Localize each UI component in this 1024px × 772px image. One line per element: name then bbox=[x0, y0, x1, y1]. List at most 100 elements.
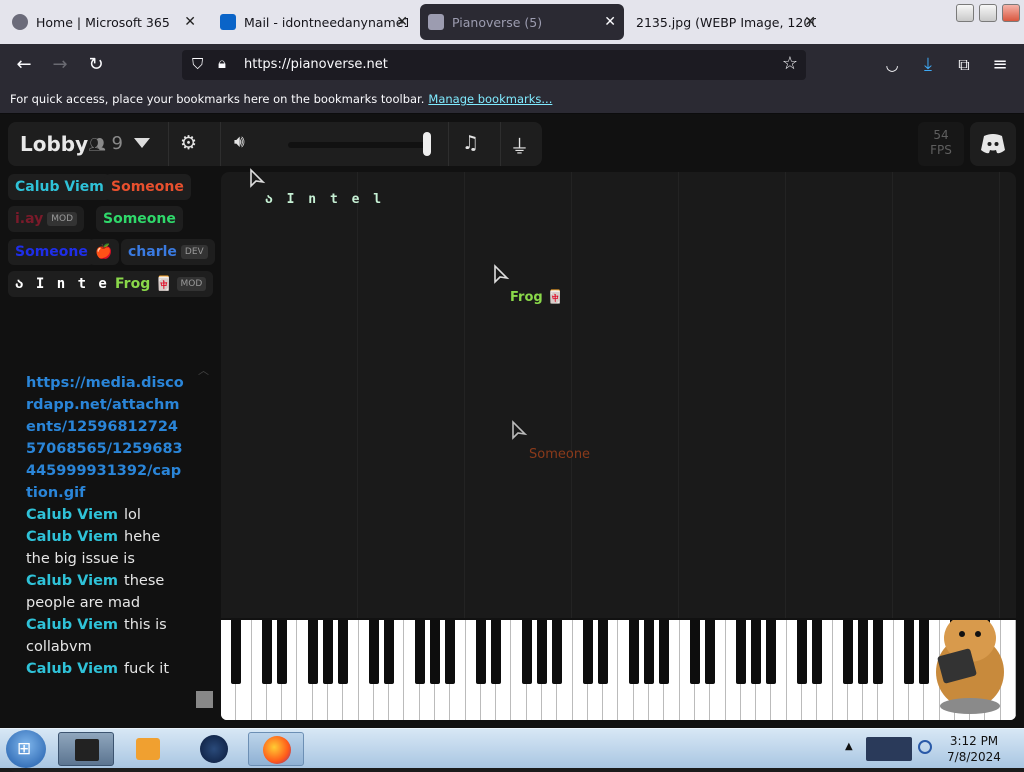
tab-title: Pianoverse (5) bbox=[452, 14, 543, 30]
user-name: Someone bbox=[111, 179, 184, 195]
bookmark-star-icon[interactable]: ☆ bbox=[782, 53, 798, 74]
restore-window-button[interactable] bbox=[979, 4, 997, 22]
extensions-button[interactable]: ⧉ bbox=[950, 52, 978, 78]
user-pill[interactable]: i.ay MOD bbox=[8, 206, 85, 232]
black-piano-key[interactable] bbox=[414, 620, 425, 684]
taskbar-app-media-player[interactable] bbox=[120, 732, 176, 766]
shield-icon[interactable]: ⛉ bbox=[192, 55, 203, 73]
user-pill[interactable]: charle DEV bbox=[121, 239, 215, 265]
manage-bookmarks-link[interactable]: Manage bookmarks... bbox=[428, 92, 552, 106]
chat-author: Calub Viem bbox=[26, 507, 119, 523]
close-tab-icon[interactable]: ✕ bbox=[184, 14, 196, 30]
midi-plug-icon[interactable]: ⏚ bbox=[510, 132, 529, 159]
menu-button[interactable]: ≡ bbox=[986, 52, 1014, 78]
black-piano-key[interactable] bbox=[384, 620, 395, 684]
black-piano-key[interactable] bbox=[323, 620, 334, 684]
black-piano-key[interactable] bbox=[766, 620, 777, 684]
volume-icon[interactable]: 🔊︎ bbox=[234, 132, 245, 152]
room-name[interactable]: Lobby bbox=[20, 132, 88, 156]
black-piano-key[interactable] bbox=[491, 620, 502, 684]
tab-title: Mail - idontneedanyname12 bbox=[244, 14, 408, 30]
close-window-button[interactable] bbox=[1002, 4, 1020, 22]
pianoverse-icon bbox=[428, 14, 444, 30]
minimize-window-button[interactable] bbox=[956, 4, 974, 22]
black-piano-key[interactable] bbox=[552, 620, 563, 684]
black-piano-key[interactable] bbox=[903, 620, 914, 684]
black-piano-key[interactable] bbox=[261, 620, 272, 684]
firefox-icon bbox=[263, 736, 291, 764]
black-piano-key[interactable] bbox=[368, 620, 379, 684]
tab-mail[interactable]: Mail - idontneedanyname12 ✕ bbox=[212, 4, 416, 40]
discord-button[interactable] bbox=[970, 122, 1016, 166]
stage-gridline bbox=[357, 172, 358, 618]
outlook-icon bbox=[220, 14, 236, 30]
user-pill[interactable]: 🍎 bbox=[88, 239, 120, 265]
reload-button[interactable]: ↻ bbox=[82, 52, 110, 78]
close-tab-icon[interactable]: ✕ bbox=[604, 14, 616, 30]
taskbar-app-virtualbox[interactable] bbox=[58, 732, 114, 766]
black-piano-key[interactable] bbox=[521, 620, 532, 684]
black-piano-key[interactable] bbox=[338, 620, 349, 684]
address-bar[interactable]: ⛉ 🔒︎ https://pianoverse.net ☆ bbox=[182, 50, 806, 80]
taskbar-app-firefox[interactable] bbox=[248, 732, 304, 766]
user-pill[interactable]: Someone bbox=[96, 206, 183, 232]
black-piano-key[interactable] bbox=[445, 620, 456, 684]
start-button[interactable]: ⊞ bbox=[6, 730, 46, 768]
room-dropdown-chevron-icon[interactable] bbox=[134, 138, 150, 148]
black-piano-key[interactable] bbox=[598, 620, 609, 684]
chat-scrollbar-thumb[interactable] bbox=[196, 691, 213, 708]
black-piano-key[interactable] bbox=[796, 620, 807, 684]
url-text[interactable]: https://pianoverse.net bbox=[244, 57, 388, 72]
piano-keyboard[interactable] bbox=[221, 620, 1016, 720]
black-piano-key[interactable] bbox=[812, 620, 823, 684]
black-piano-key[interactable] bbox=[644, 620, 655, 684]
tab-microsoft-365[interactable]: Home | Microsoft 365 ✕ bbox=[4, 4, 204, 40]
black-piano-key[interactable] bbox=[735, 620, 746, 684]
tray-network-icon[interactable] bbox=[866, 737, 912, 761]
taskbar-clock[interactable]: 3:12 PM 7/8/2024 bbox=[940, 733, 1008, 765]
clock-date: 7/8/2024 bbox=[947, 750, 1001, 764]
chat-message: Calub Viem hehe the big issue is bbox=[26, 526, 184, 570]
volume-slider[interactable] bbox=[288, 142, 430, 148]
lock-icon[interactable]: 🔒︎ bbox=[218, 54, 226, 72]
black-piano-key[interactable] bbox=[842, 620, 853, 684]
black-piano-key[interactable] bbox=[751, 620, 762, 684]
close-tab-icon[interactable]: ✕ bbox=[804, 14, 816, 30]
music-note-icon[interactable]: ♫ bbox=[462, 132, 479, 154]
user-pill[interactable]: Calub Viem bbox=[8, 174, 111, 200]
tray-sync-icon[interactable] bbox=[918, 740, 932, 754]
toolbar-divider bbox=[220, 122, 221, 166]
black-piano-key[interactable] bbox=[659, 620, 670, 684]
black-piano-key[interactable] bbox=[475, 620, 486, 684]
chat-scroll-up-icon[interactable]: ︿ bbox=[198, 362, 209, 378]
black-piano-key[interactable] bbox=[582, 620, 593, 684]
taskbar-app-globe[interactable] bbox=[186, 732, 242, 766]
user-name: 🍎 bbox=[95, 244, 113, 260]
black-piano-key[interactable] bbox=[858, 620, 869, 684]
black-piano-key[interactable] bbox=[307, 620, 318, 684]
black-piano-key[interactable] bbox=[628, 620, 639, 684]
black-piano-key[interactable] bbox=[537, 620, 548, 684]
tray-show-hidden-icon[interactable]: ▲ bbox=[845, 741, 853, 752]
user-pill[interactable]: Someone bbox=[8, 239, 95, 265]
stage-gridline bbox=[571, 172, 572, 618]
tab-pianoverse[interactable]: Pianoverse (5) ✕ bbox=[420, 4, 624, 40]
chat-author: Calub Viem bbox=[26, 661, 119, 677]
black-piano-key[interactable] bbox=[430, 620, 441, 684]
close-tab-icon[interactable]: ✕ bbox=[396, 14, 408, 30]
chat-link[interactable]: https://media.discordapp.net/attachments… bbox=[26, 372, 184, 504]
user-pill[interactable]: Frog 🀄 MOD bbox=[108, 271, 214, 297]
user-pill[interactable]: Someone bbox=[104, 174, 191, 200]
black-piano-key[interactable] bbox=[705, 620, 716, 684]
forward-button[interactable]: → bbox=[46, 52, 74, 78]
black-piano-key[interactable] bbox=[231, 620, 242, 684]
back-button[interactable]: ← bbox=[10, 52, 38, 78]
volume-slider-handle[interactable] bbox=[423, 132, 431, 156]
tab-image[interactable]: 2135.jpg (WEBP Image, 1200 × 900 ✕ bbox=[628, 4, 824, 40]
settings-gear-icon[interactable]: ⚙ bbox=[180, 132, 197, 154]
downloads-button[interactable]: ⤓ bbox=[914, 52, 942, 78]
pocket-button[interactable]: ◡ bbox=[878, 52, 906, 78]
black-piano-key[interactable] bbox=[873, 620, 884, 684]
black-piano-key[interactable] bbox=[689, 620, 700, 684]
black-piano-key[interactable] bbox=[277, 620, 288, 684]
